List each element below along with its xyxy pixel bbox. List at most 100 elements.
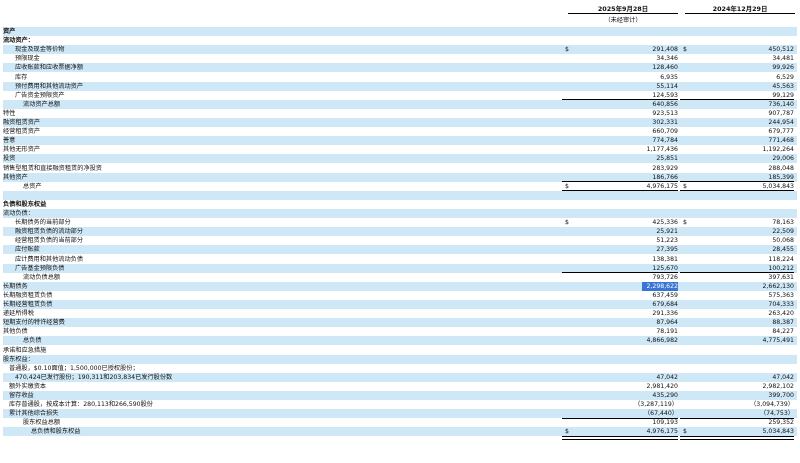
value-2025: 923,513: [652, 109, 678, 117]
row-label: 其他资产: [3, 173, 28, 181]
value-2024: 47,042: [772, 373, 794, 381]
table-row: 预限现金 34,346 34,481: [3, 54, 797, 63]
row-label: 库存普通股，按成本计算：280,113和266,590股份: [9, 401, 153, 409]
table-row: 应计费用和其他流动负债 138,381 118,224: [3, 255, 797, 264]
table-row: 留存收益 435,290 399,700: [3, 391, 797, 400]
value-2024: 575,363: [768, 291, 794, 299]
row-label: 特性: [3, 109, 16, 117]
value-2025: 302,331: [652, 119, 678, 126]
value-2024: 45,563: [772, 82, 794, 90]
row-label: 股东权益：: [3, 355, 34, 363]
value-2025: 128,460: [652, 64, 678, 72]
column-header-2024: 2024年12月29日: [685, 4, 795, 14]
row-label: 总负债和股东权益: [31, 428, 81, 436]
table-row: 预付费用和其他流动资产 55,114 45,563: [3, 81, 797, 91]
row-label: 累计其他综合损失: [9, 410, 59, 418]
row-label: 长期融资租赁负债: [3, 291, 53, 299]
row-label: 应计费用和其他流动负债: [15, 255, 84, 263]
value-2024: 397,631: [768, 273, 794, 281]
table-row: [3, 190, 797, 200]
table-row: 长期融资租赁负债 637,459 575,363: [3, 291, 797, 300]
row-label: 长期债务的当前部分: [15, 219, 71, 227]
table-row: 长期债务 2,298,622 2,662,130: [3, 281, 797, 291]
row-label: 流动负债总额: [23, 273, 61, 281]
value-2024: 28,455: [772, 246, 794, 254]
value-2025: 425,336: [652, 219, 678, 227]
row-label: 留存收益: [9, 392, 34, 399]
table-row: 融资租赁资产 302,331 244,954: [3, 118, 797, 127]
value-2024: 88,387: [772, 319, 794, 327]
value-2025: 34,346: [656, 55, 678, 63]
value-2024: 6,529: [776, 73, 794, 81]
value-2025: 55,114: [656, 82, 678, 90]
value-2025: 637,459: [652, 291, 678, 299]
value-2025: 435,290: [652, 392, 678, 399]
value-2025: 291,408: [652, 46, 678, 54]
value-2025: 87,964: [656, 319, 678, 327]
row-label: 负债和股东权益: [3, 200, 47, 208]
row-label: 股东权益总额: [23, 419, 61, 427]
value-2025: 793,726: [652, 273, 678, 281]
row-label: 现金及现金等价物: [15, 46, 65, 54]
value-2025: 25,851: [656, 155, 678, 163]
value-2025: 47,042: [656, 373, 678, 381]
table-row: 递延所得税 291,336 263,420: [3, 309, 797, 318]
value-2025: 27,395: [656, 246, 678, 254]
row-label: 短期支付的特许经营费: [3, 319, 65, 327]
row-label: 其他负债: [3, 328, 28, 336]
value-2024: 4,775,491: [762, 337, 795, 345]
value-2024: 907,787: [768, 109, 794, 117]
value-2024: 2,982,102: [762, 382, 795, 390]
value-2025: 25,921: [656, 228, 678, 236]
row-label: 融资租赁负债的流动部分: [15, 228, 84, 236]
table-row: 库存普通股，按成本计算：280,113和266,590股份 （3,287,119）…: [3, 400, 797, 409]
table-row: 善意 774,784 771,468: [3, 136, 797, 146]
table-row: 470,424已发行股份；190,311和203,834已发行股份数 47,042…: [3, 372, 797, 382]
row-label: 流动负债：: [3, 210, 34, 217]
value-2024: 22,509: [772, 228, 794, 236]
value-2024: 263,420: [768, 310, 794, 318]
table-row: 流动资产：: [3, 36, 797, 45]
table-row: 负债和股东权益: [3, 200, 797, 209]
total-double-rule: [680, 436, 794, 440]
value-2024: 118,224: [768, 255, 794, 263]
currency-symbol: $: [683, 219, 687, 227]
table-row: 特性 923,513 907,787: [3, 109, 797, 118]
value-2024: 34,481: [772, 55, 794, 63]
table-row: 融资租赁负债的流动部分 25,921 22,509: [3, 227, 797, 237]
value-2024: 78,163: [772, 219, 794, 227]
row-label: 长期债务: [3, 282, 28, 290]
table-row: 普通股，$0.10面值；1,500,000已授权股份；: [3, 364, 797, 373]
value-2025: 660,709: [652, 128, 678, 136]
row-label: 预限现金: [15, 55, 40, 63]
value-2025: 291,336: [652, 310, 678, 318]
row-label: 总负债: [23, 337, 42, 345]
row-label: 应付账款: [15, 246, 40, 254]
value-2024: 399,700: [768, 392, 794, 399]
row-label: 经营租赁负债的当前部分: [15, 237, 84, 245]
row-label: 承诺和应急措施: [3, 346, 47, 354]
row-label: 经营租赁资产: [3, 128, 41, 136]
table-row: 经营租赁资产 660,709 679,777: [3, 127, 797, 136]
table-row: 库存 6,935 6,529: [3, 73, 797, 82]
table-row: 额外实缴资本 2,981,420 2,982,102: [3, 382, 797, 391]
table-row: 短期支付的特许经营费 87,964 88,387: [3, 318, 797, 328]
table-row: 现金及现金等价物 $291,408 $450,512: [3, 45, 797, 55]
row-label: 资产: [3, 28, 16, 35]
row-label: 善意: [3, 137, 16, 145]
table-row: 总负债 4,866,982 4,775,491: [3, 336, 797, 346]
value-2024: 771,468: [768, 137, 794, 145]
value-2024: 99,926: [772, 64, 794, 72]
value-2024: 29,006: [772, 155, 794, 163]
value-2025: 774,784: [652, 137, 678, 145]
value-2024: 1,192,264: [762, 146, 795, 154]
table-row: 资产: [3, 27, 797, 36]
table-row: 应收账款和应收票据净额 128,460 99,926: [3, 63, 797, 73]
value-2025: 138,381: [652, 255, 678, 263]
value-2025: 1,177,436: [646, 146, 679, 154]
row-label: 总资产: [23, 182, 42, 190]
row-label: 融资租赁资产: [3, 119, 41, 126]
table-row: 流动资产总额 640,856 736,140: [3, 99, 797, 109]
row-label: 广告资金预限资产: [15, 91, 65, 99]
row-label: 其他无形资产: [3, 146, 41, 154]
